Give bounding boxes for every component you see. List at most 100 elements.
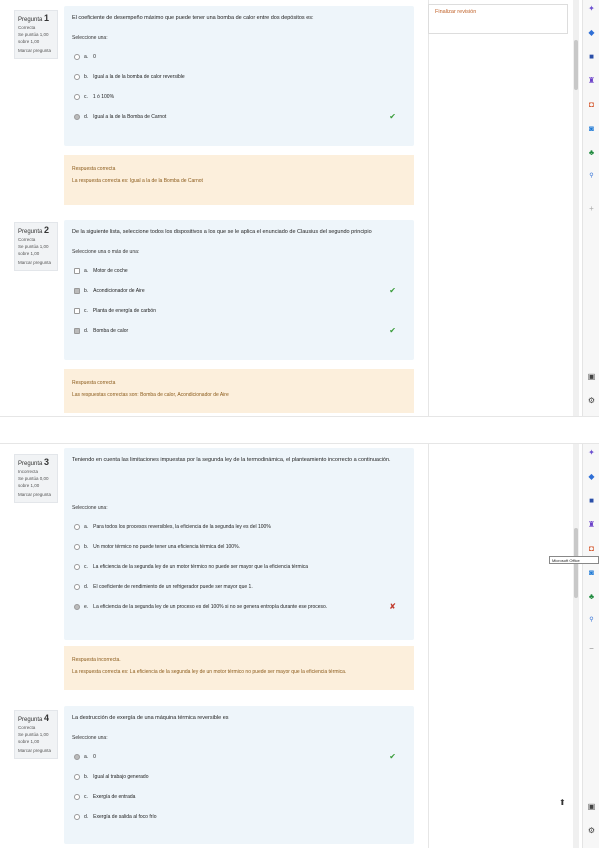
checkbox-checked[interactable] [74, 288, 80, 294]
radio-button[interactable] [74, 564, 80, 570]
games-icon[interactable]: ♜ [587, 76, 596, 85]
panel-icon[interactable]: ▣ [587, 372, 596, 381]
question-label: Pregunta [18, 461, 43, 467]
add-icon[interactable]: + [587, 204, 596, 213]
radio-button-selected[interactable] [74, 114, 80, 120]
settings-icon[interactable]: ⚙ [587, 396, 596, 405]
answer-option[interactable]: c. La eficiencia de la segunda ley de un … [72, 557, 406, 577]
option-text: Un motor térmico no puede tener una efic… [93, 544, 240, 550]
answer-option[interactable]: d. El coeficiente de rendimiento de un re… [72, 577, 406, 597]
screenshot-divider [0, 416, 599, 444]
correct-check-icon: ✔ [389, 752, 396, 761]
radio-button[interactable] [74, 94, 80, 100]
question-info: Pregunta 1 Correcta Se puntúa 1,00 sobre… [14, 10, 58, 59]
answer-prompt: Seleccione una: [72, 505, 108, 511]
answer-option[interactable]: c. Exergía de entrada [72, 787, 406, 807]
search-icon[interactable]: ⚲ [587, 616, 596, 625]
question-text: La destrucción de exergía de una máquina… [72, 715, 229, 721]
settings-icon[interactable]: ⚙ [587, 826, 596, 835]
answer-option[interactable]: d. Exergía de salida al foco frío [72, 807, 406, 827]
tree-icon[interactable]: ♣ [587, 592, 596, 601]
copilot-icon[interactable]: ✦ [587, 4, 596, 13]
answer-prompt: Seleccione una: [72, 35, 108, 41]
flag-question-link[interactable]: Marcar pregunta [18, 491, 54, 498]
correct-check-icon: ✔ [389, 286, 396, 295]
tree-icon[interactable]: ♣ [587, 148, 596, 157]
radio-button[interactable] [74, 584, 80, 590]
option-text: Bomba de calor [93, 328, 129, 334]
question-label: Pregunta [18, 717, 43, 723]
question-text: De la siguiente lista, seleccione todos … [72, 229, 372, 235]
answer-option[interactable]: a. 0 ✔ [72, 747, 406, 767]
question-box: Teniendo en cuenta las limitaciones impu… [64, 448, 414, 640]
question-score: Se puntúa 1,00 sobre 1,00 [18, 32, 49, 44]
answer-option[interactable]: a. Para todos los procesos reversibles, l… [72, 517, 406, 537]
question-label: Pregunta [18, 229, 43, 235]
outlook-icon[interactable]: ◙ [587, 124, 596, 133]
minus-icon[interactable]: − [587, 644, 596, 653]
scrollbar-thumb[interactable] [574, 40, 578, 90]
option-text: Igual al trabajo generado [93, 774, 149, 780]
answer-option[interactable]: d. Bomba de calor ✔ [72, 321, 406, 341]
flag-question-link[interactable]: Marcar pregunta [18, 47, 54, 54]
radio-button[interactable] [74, 74, 80, 80]
scrollbar[interactable] [573, 444, 579, 848]
radio-button[interactable] [74, 814, 80, 820]
feedback-text: La respuesta correcta es: Igual a la de … [72, 178, 203, 184]
answer-prompt: Seleccione una o más de una: [72, 249, 140, 255]
answer-option[interactable]: a. Motor de coche [72, 261, 406, 281]
office-icon[interactable]: ◘ [587, 100, 596, 109]
radio-button[interactable] [74, 774, 80, 780]
office-icon[interactable]: ◘ [587, 544, 596, 553]
flag-question-link[interactable]: Marcar pregunta [18, 259, 54, 266]
answer-option[interactable]: a. 0 [72, 47, 406, 67]
copilot-icon[interactable]: ✦ [587, 448, 596, 457]
question-info: Pregunta 2 Correcta Se puntúa 1,00 sobre… [14, 222, 58, 271]
answer-option[interactable]: b. Acondicionador de Aire ✔ [72, 281, 406, 301]
tag-icon[interactable]: ◆ [587, 28, 596, 37]
option-text: Exergía de entrada [92, 794, 136, 800]
radio-button[interactable] [74, 524, 80, 530]
radio-button[interactable] [74, 794, 80, 800]
quiz-navigation-block: Finalizar revisión [428, 4, 568, 34]
answer-prompt: Seleccione una: [72, 735, 108, 741]
radio-button-selected[interactable] [74, 754, 80, 760]
right-column-border [428, 444, 429, 848]
answer-option[interactable]: d. Igual a la de la Bomba de Carnot ✔ [72, 107, 406, 127]
radio-button-selected[interactable] [74, 604, 80, 610]
answer-option[interactable]: b. Un motor térmico no puede tener una ef… [72, 537, 406, 557]
option-text: Acondicionador de Aire [93, 288, 145, 294]
question-number: 1 [44, 13, 50, 23]
briefcase-icon[interactable]: ■ [587, 52, 596, 61]
feedback-title: Respuesta correcta [72, 166, 116, 172]
briefcase-icon[interactable]: ■ [587, 496, 596, 505]
question-box: De la siguiente lista, seleccione todos … [64, 220, 414, 360]
radio-button[interactable] [74, 54, 80, 60]
games-icon[interactable]: ♜ [587, 520, 596, 529]
answer-option[interactable]: c. 1 ó 100% [72, 87, 406, 107]
checkbox[interactable] [74, 268, 80, 274]
question-text: El coeficiente de desempeño máximo que p… [72, 15, 314, 21]
finish-review-link[interactable]: Finalizar revisión [435, 9, 476, 15]
checkbox-checked[interactable] [74, 328, 80, 334]
feedback-box: Respuesta correcta Las respuestas correc… [64, 369, 414, 413]
option-text: 0 [93, 754, 96, 760]
panel-icon[interactable]: ▣ [587, 802, 596, 811]
option-text: Igual a la de la Bomba de Carnot [93, 114, 167, 120]
outlook-icon[interactable]: ◙ [587, 568, 596, 577]
search-icon[interactable]: ⚲ [587, 172, 596, 181]
scrollbar[interactable] [573, 0, 579, 416]
answer-option[interactable]: b. Igual al trabajo generado [72, 767, 406, 787]
correct-check-icon: ✔ [389, 112, 396, 121]
scroll-to-top-icon[interactable]: ⬆ [559, 798, 566, 807]
checkbox[interactable] [74, 308, 80, 314]
question-label: Pregunta [18, 17, 43, 23]
answer-option[interactable]: b. Igual a la de la bomba de calor revers… [72, 67, 406, 87]
radio-button[interactable] [74, 544, 80, 550]
feedback-box: Respuesta correcta La respuesta correcta… [64, 155, 414, 205]
flag-question-link[interactable]: Marcar pregunta [18, 747, 54, 754]
answer-option[interactable]: c. Planta de energía de carbón [72, 301, 406, 321]
answer-option[interactable]: e. La eficiencia de la segunda ley de un … [72, 597, 406, 617]
tag-icon[interactable]: ◆ [587, 472, 596, 481]
option-text: Planta de energía de carbón [92, 308, 156, 314]
